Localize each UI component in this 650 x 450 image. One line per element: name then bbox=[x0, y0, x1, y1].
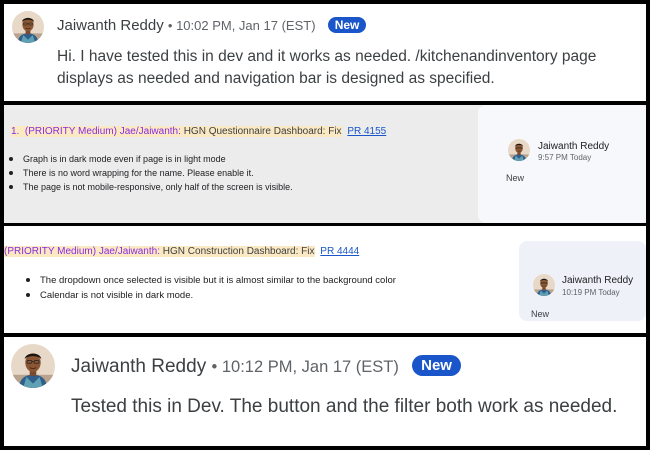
comment-text: Hi. I have tested this in dev and it wor… bbox=[57, 48, 597, 87]
list-item: The dropdown once selected is visible bu… bbox=[24, 273, 494, 288]
card-timestamp: 9:57 PM Today bbox=[538, 153, 592, 162]
list-item: There is no word wrapping for the name. … bbox=[7, 166, 467, 180]
task-panel-construction: (PRIORITY Medium) Jae/Jaiwanth: HGN Cons… bbox=[4, 226, 646, 333]
comment-panel-1: Jaiwanth Reddy • 10:02 PM, Jan 17 (EST) … bbox=[4, 4, 646, 101]
list-item: The page is not mobile-responsive, only … bbox=[7, 180, 467, 194]
task-title: 1. (PRIORITY Medium) Jae/Jaiwanth: HGN Q… bbox=[11, 126, 386, 137]
timestamp: • 10:02 PM, Jan 17 (EST) bbox=[167, 18, 316, 33]
avatar[interactable] bbox=[11, 344, 55, 388]
avatar bbox=[508, 139, 530, 161]
list-item: Graph is in dark mode even if page is in… bbox=[7, 152, 467, 166]
pr-link[interactable]: PR 4444 bbox=[320, 246, 359, 257]
timestamp: • 10:12 PM, Jan 17 (EST) bbox=[211, 358, 399, 376]
list-item: Calendar is not visible in dark mode. bbox=[24, 288, 494, 303]
card-timestamp: 10:19 PM Today bbox=[562, 288, 620, 297]
new-badge: New bbox=[327, 17, 367, 33]
comment-text: Tested this in Dev. The button and the f… bbox=[71, 396, 618, 417]
new-badge: New bbox=[412, 355, 461, 376]
author-name[interactable]: Jaiwanth Reddy bbox=[57, 17, 164, 34]
task-panel-questionnaire: 1. (PRIORITY Medium) Jae/Jaiwanth: HGN Q… bbox=[4, 105, 646, 223]
issue-list: The dropdown once selected is visible bu… bbox=[24, 273, 494, 303]
priority-label: (PRIORITY Medium) bbox=[24, 126, 117, 137]
priority-label: (PRIORITY Medium) bbox=[4, 246, 97, 257]
task-title-highlight: (PRIORITY Medium) Jae/Jaiwanth: HGN Cons… bbox=[4, 246, 315, 257]
pr-link[interactable]: PR 4155 bbox=[347, 126, 386, 137]
comment-card[interactable]: Jaiwanth Reddy 10:19 PM Today New bbox=[519, 241, 646, 321]
card-status: New bbox=[506, 173, 525, 183]
comment-header: Jaiwanth Reddy • 10:02 PM, Jan 17 (EST) … bbox=[57, 17, 367, 34]
task-number: 1. bbox=[11, 126, 20, 137]
task-name: HGN Construction Dashboard: Fix bbox=[162, 246, 315, 257]
task-title: (PRIORITY Medium) Jae/Jaiwanth: HGN Cons… bbox=[4, 246, 359, 257]
card-author: Jaiwanth Reddy bbox=[538, 141, 610, 152]
assignees: Jae/Jaiwanth: bbox=[119, 126, 181, 137]
avatar[interactable] bbox=[12, 11, 44, 43]
assignees: Jae/Jaiwanth: bbox=[98, 246, 160, 257]
author-name[interactable]: Jaiwanth Reddy bbox=[71, 356, 206, 377]
avatar bbox=[533, 274, 555, 296]
comment-header: Jaiwanth Reddy • 10:12 PM, Jan 17 (EST) … bbox=[71, 355, 461, 378]
issue-list: Graph is in dark mode even if page is in… bbox=[7, 152, 467, 194]
comment-panel-2: Jaiwanth Reddy • 10:12 PM, Jan 17 (EST) … bbox=[4, 337, 646, 446]
card-status: New bbox=[531, 309, 550, 319]
card-author: Jaiwanth Reddy bbox=[562, 275, 634, 286]
task-name: HGN Questionnaire Dashboard: Fix bbox=[183, 126, 342, 137]
comment-card[interactable]: Jaiwanth Reddy 9:57 PM Today New bbox=[478, 105, 646, 223]
task-title-highlight: 1. (PRIORITY Medium) Jae/Jaiwanth: HGN Q… bbox=[11, 126, 342, 137]
